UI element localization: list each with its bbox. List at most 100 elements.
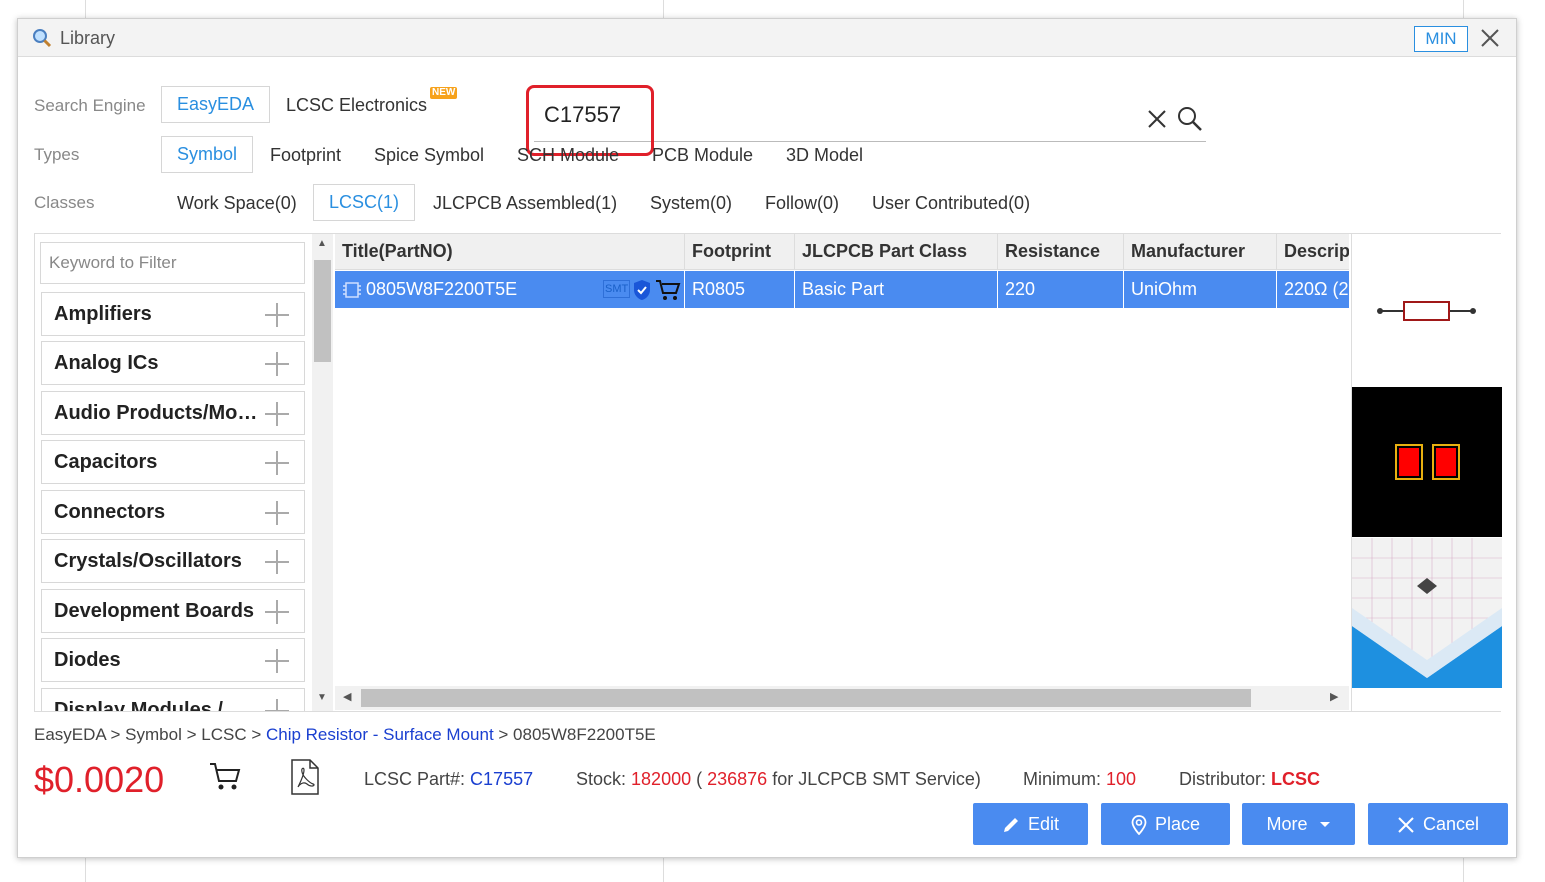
- more-label: More: [1266, 814, 1308, 834]
- category-item[interactable]: Capacitors: [41, 440, 305, 484]
- category-item[interactable]: Diodes: [41, 638, 305, 682]
- add-to-cart-icon[interactable]: [208, 759, 242, 793]
- edit-label: Edit: [1027, 814, 1060, 834]
- class-jlcpcb-assembled[interactable]: JLCPCB Assembled(1): [433, 193, 617, 214]
- class-lcsc[interactable]: LCSC(1): [313, 184, 416, 221]
- category-label: Analog ICs: [54, 352, 159, 374]
- breadcrumb-tail: > 0805W8F2200T5E: [493, 725, 656, 744]
- expand-plus-icon[interactable]: [264, 302, 290, 328]
- types-label: Types: [34, 145, 80, 164]
- col-resistance[interactable]: Resistance: [998, 234, 1124, 270]
- table-row[interactable]: 0805W8F2200T5E SMT R0805 Basic Part 220: [335, 271, 1349, 308]
- jlc-stock-value: 236876: [707, 769, 768, 789]
- col-description[interactable]: Description: [1277, 234, 1349, 270]
- col-footprint[interactable]: Footprint: [685, 234, 795, 270]
- col-part-class[interactable]: JLCPCB Part Class: [795, 234, 998, 270]
- lcsc-part-link[interactable]: C17557: [470, 769, 533, 789]
- category-label: Capacitors: [54, 451, 158, 473]
- scroll-left-arrow[interactable]: ◀: [343, 690, 351, 703]
- cancel-label: Cancel: [1422, 814, 1480, 834]
- sidebar-scrollbar[interactable]: ▲ ▼: [312, 234, 333, 711]
- distributor-label: Distributor:: [1179, 769, 1272, 789]
- stock-info: Stock: 182000 ( 236876 for JLCPCB SMT Se…: [576, 769, 981, 790]
- category-item[interactable]: Audio Products/Motors: [41, 391, 305, 435]
- place-button[interactable]: Place: [1101, 803, 1230, 845]
- breadcrumb-root: EasyEDA > Symbol > LCSC >: [34, 725, 266, 744]
- category-item[interactable]: Development Boards: [41, 589, 305, 633]
- stock-value: 182000: [631, 769, 692, 789]
- search-engine-label: Search Engine: [34, 96, 146, 115]
- type-footprint[interactable]: Footprint: [270, 145, 341, 166]
- engine-easyeda[interactable]: EasyEDA: [161, 86, 271, 123]
- category-label: Amplifiers: [54, 303, 152, 325]
- minimize-button[interactable]: MIN: [1414, 26, 1468, 52]
- edit-button[interactable]: Edit: [973, 803, 1088, 845]
- datasheet-pdf-icon[interactable]: [290, 759, 320, 795]
- category-item[interactable]: Connectors: [41, 490, 305, 534]
- class-follow[interactable]: Follow(0): [765, 193, 839, 214]
- class-system[interactable]: System(0): [650, 193, 732, 214]
- type-symbol[interactable]: Symbol: [161, 136, 254, 173]
- close-icon[interactable]: [1478, 26, 1502, 50]
- expand-plus-icon[interactable]: [264, 698, 290, 711]
- preview-panel: [1351, 234, 1502, 711]
- class-user-contributed[interactable]: User Contributed(0): [872, 193, 1030, 214]
- type-3d-model[interactable]: 3D Model: [786, 145, 863, 166]
- table-horizontal-scrollbar[interactable]: ◀ ▶: [335, 686, 1349, 710]
- library-content: Amplifiers Analog ICs Audio Products/Mot…: [34, 233, 1502, 712]
- cart-icon[interactable]: [655, 278, 681, 302]
- col-manufacturer[interactable]: Manufacturer: [1124, 234, 1277, 270]
- category-item[interactable]: Analog ICs: [41, 341, 305, 385]
- class-workspace[interactable]: Work Space(0): [177, 193, 297, 214]
- engine-lcsc[interactable]: LCSC Electronics: [286, 95, 427, 116]
- classes-label: Classes: [34, 193, 95, 212]
- expand-plus-icon[interactable]: [264, 648, 290, 674]
- type-sch-module[interactable]: SCH Module: [517, 145, 619, 166]
- category-label: Connectors: [54, 501, 166, 523]
- expand-plus-icon[interactable]: [264, 450, 290, 476]
- part-number: 0805W8F2200T5E: [366, 279, 518, 299]
- 3d-model-preview[interactable]: [1352, 538, 1502, 688]
- magnifier-icon[interactable]: [1176, 105, 1204, 133]
- scrollbar-thumb[interactable]: [361, 689, 1251, 707]
- jlc-stock-suffix: for JLCPCB SMT Service): [767, 769, 981, 789]
- cell-manufacturer: UniOhm: [1124, 271, 1277, 308]
- category-item[interactable]: Display Modules / LEDs: [41, 688, 305, 711]
- smt-badge: SMT: [603, 280, 631, 298]
- expand-plus-icon[interactable]: [264, 500, 290, 526]
- scroll-right-arrow[interactable]: ▶: [1330, 690, 1338, 703]
- distributor-info: Distributor: LCSC: [1179, 769, 1320, 790]
- expand-plus-icon[interactable]: [264, 599, 290, 625]
- category-label: Development Boards: [54, 600, 255, 622]
- category-item[interactable]: Amplifiers: [41, 292, 305, 336]
- footprint-preview[interactable]: [1352, 387, 1502, 537]
- type-spice-symbol[interactable]: Spice Symbol: [374, 145, 484, 166]
- dialog-titlebar[interactable]: Library MIN: [18, 19, 1516, 57]
- minimum-label: Minimum:: [1023, 769, 1107, 789]
- lcsc-part-label: LCSC Part#:: [364, 769, 471, 789]
- category-sidebar: Amplifiers Analog ICs Audio Products/Mot…: [35, 234, 310, 711]
- type-pcb-module[interactable]: PCB Module: [652, 145, 753, 166]
- category-label: Diodes: [54, 649, 121, 671]
- search-icon: [33, 29, 52, 48]
- col-title[interactable]: Title(PartNO): [335, 234, 685, 270]
- minimum-value: 100: [1106, 769, 1137, 789]
- category-item[interactable]: Crystals/Oscillators: [41, 539, 305, 583]
- cancel-button[interactable]: Cancel: [1368, 803, 1508, 845]
- chip-icon: [343, 282, 361, 298]
- price: $0.0020: [34, 759, 165, 800]
- cell-resistance: 220: [998, 271, 1124, 308]
- breadcrumb-category-link[interactable]: Chip Resistor - Surface Mount: [266, 725, 494, 744]
- table-header: Title(PartNO) Footprint JLCPCB Part Clas…: [335, 234, 1349, 270]
- expand-plus-icon[interactable]: [264, 401, 290, 427]
- more-dropdown-button[interactable]: More: [1242, 803, 1355, 845]
- cell-part-class: Basic Part: [795, 271, 998, 308]
- clear-icon[interactable]: [1146, 108, 1168, 130]
- scroll-up-arrow[interactable]: ▲: [317, 238, 327, 249]
- keyword-filter-input[interactable]: [40, 242, 305, 284]
- scroll-down-arrow[interactable]: ▼: [317, 692, 327, 703]
- scrollbar-thumb[interactable]: [314, 260, 331, 362]
- symbol-preview[interactable]: [1352, 234, 1502, 386]
- expand-plus-icon[interactable]: [264, 351, 290, 377]
- expand-plus-icon[interactable]: [264, 549, 290, 575]
